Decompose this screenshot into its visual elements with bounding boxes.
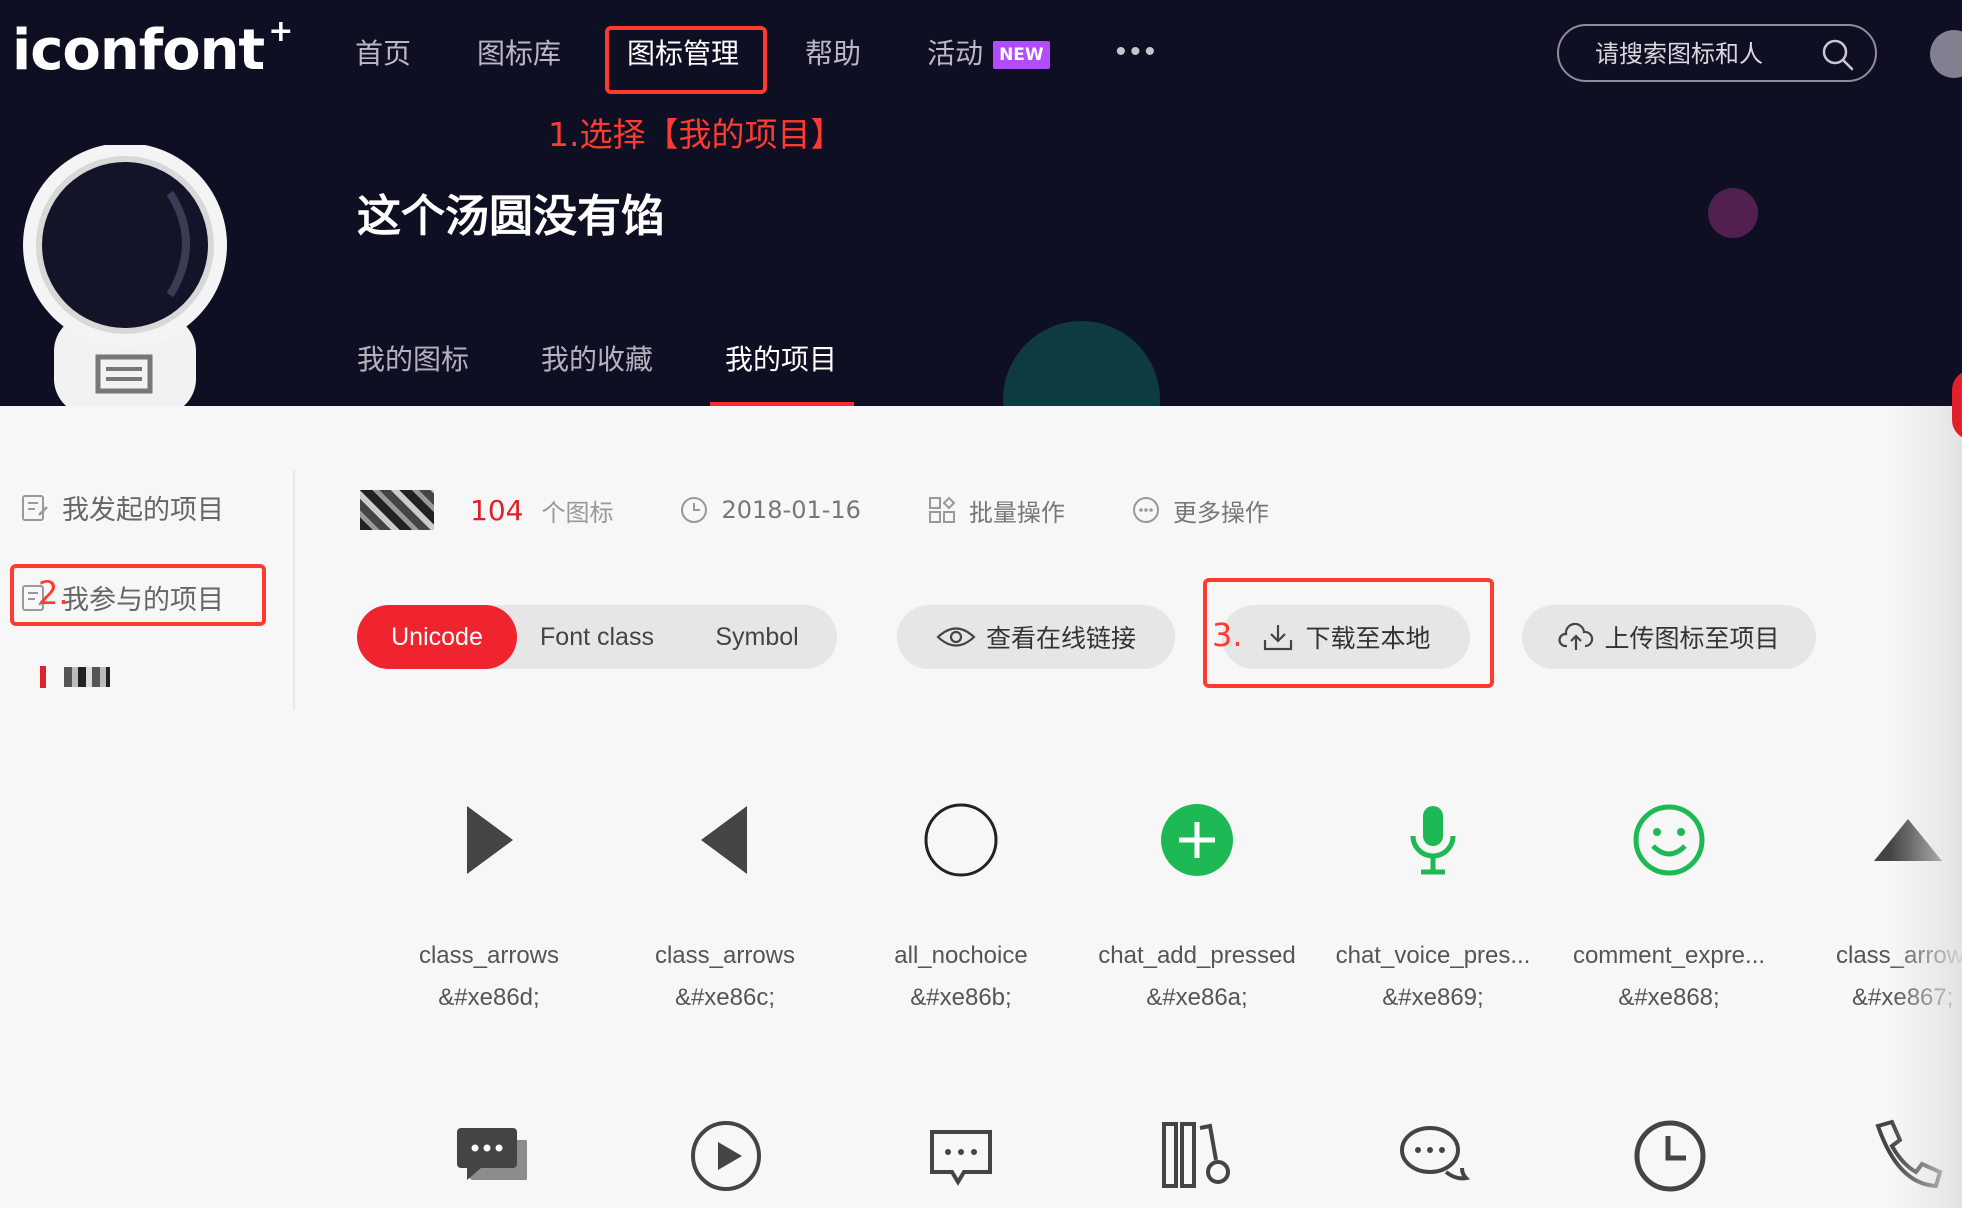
- icon-name: class_arrows: [418, 942, 560, 969]
- page-edge-shadow: [1890, 406, 1962, 1208]
- sidebar-project-entry[interactable]: [40, 666, 110, 688]
- project-date: 2018-01-16: [679, 495, 861, 525]
- icon-card[interactable]: class_arrows &#xe86d;: [384, 790, 594, 1012]
- format-segmented-control: Unicode Font class Symbol: [357, 605, 837, 669]
- circle-outline-icon: [924, 803, 998, 877]
- chat-bubbles-icon[interactable]: [453, 1122, 527, 1192]
- icon-code: &#xe86b;: [910, 984, 1012, 1011]
- project-date-label: 2018-01-16: [721, 496, 861, 524]
- new-badge: NEW: [993, 41, 1050, 69]
- batch-operation-label: 批量操作: [968, 498, 1065, 527]
- icon-card[interactable]: chat_voice_pres... &#xe869;: [1328, 790, 1538, 1012]
- more-operations[interactable]: 更多操作: [1131, 493, 1269, 528]
- segment-symbol[interactable]: Symbol: [677, 605, 837, 669]
- smiley-icon: [1633, 804, 1705, 876]
- icon-code: &#xe86d;: [438, 984, 540, 1011]
- view-online-link-label: 查看在线链接: [985, 624, 1136, 653]
- icon-card[interactable]: chat_add_pressed &#xe86a;: [1092, 790, 1302, 1012]
- cloud-upload-icon: [1558, 622, 1594, 650]
- eye-icon: [936, 627, 976, 647]
- message-ellipsis-icon[interactable]: [928, 1128, 994, 1186]
- comment-bubbles-icon[interactable]: [1396, 1120, 1472, 1190]
- user-avatar[interactable]: [1930, 30, 1962, 78]
- search-box[interactable]: [1557, 24, 1877, 82]
- icon-code: &#xe868;: [1618, 984, 1720, 1011]
- annotation-step1: 1.选择【我的项目】: [548, 115, 844, 154]
- profile-name: 这个汤圆没有馅: [357, 191, 665, 242]
- microphone-icon: [1410, 806, 1456, 875]
- play-triangle-icon: [467, 806, 513, 874]
- tab-my-favorites[interactable]: 我的收藏: [541, 338, 653, 402]
- annotation-step3: 3.: [1212, 616, 1243, 654]
- nav-activity-label: 活动: [927, 37, 984, 70]
- profile-tabs: 我的图标 我的收藏 我的项目: [357, 338, 909, 402]
- icon-name: comment_expre...: [1572, 942, 1766, 969]
- tab-my-projects[interactable]: 我的项目: [725, 338, 837, 402]
- clock-icon: [681, 497, 708, 523]
- sidebar-item-label: 我发起的项目: [62, 495, 224, 526]
- project-thumbnail: [64, 667, 110, 687]
- icon-name: chat_voice_pres...: [1335, 942, 1531, 969]
- upload-icons-label: 上传图标至项目: [1604, 624, 1780, 653]
- header-hero: iconfont+ 首页 图标库 图标管理 帮助 活动NEW ••• 这个汤圆没…: [0, 0, 1962, 406]
- icon-count: 104: [470, 493, 524, 527]
- icon-name: class_arrows: [654, 942, 796, 969]
- icon-code: &#xe86a;: [1146, 984, 1248, 1011]
- search-icon[interactable]: [1821, 38, 1855, 72]
- library-settings-icon[interactable]: [1160, 1120, 1236, 1190]
- decor-bubble: [1003, 321, 1160, 406]
- icon-name: all_nochoice: [894, 942, 1028, 969]
- active-tab-indicator: [710, 402, 854, 406]
- icon-name: chat_add_pressed: [1098, 942, 1296, 969]
- nav-activity[interactable]: 活动 NEW: [927, 32, 1050, 72]
- project-marker: [40, 666, 46, 688]
- search-input[interactable]: [1595, 40, 1815, 68]
- segment-font-class[interactable]: Font class: [517, 605, 677, 669]
- nav-icon-library[interactable]: 图标库: [477, 32, 561, 72]
- grid-icon: [928, 496, 956, 523]
- view-online-link-button[interactable]: 查看在线链接: [897, 605, 1175, 669]
- segment-unicode[interactable]: Unicode: [357, 605, 517, 669]
- icon-count-unit: 个图标: [541, 498, 614, 527]
- sidebar-item-initiated[interactable]: 我发起的项目: [20, 488, 224, 527]
- more-menu-icon[interactable]: •••: [1116, 35, 1160, 69]
- icon-code: &#xe86c;: [674, 984, 776, 1011]
- green-plus-icon: [1161, 804, 1233, 876]
- floating-feedback-button[interactable]: [1952, 370, 1962, 440]
- back-triangle-icon: [701, 806, 747, 874]
- icon-card[interactable]: all_nochoice &#xe86b;: [856, 790, 1066, 1012]
- icon-code: &#xe869;: [1382, 984, 1484, 1011]
- document-edit-icon: [22, 494, 48, 521]
- ellipsis-circle-icon: [1132, 497, 1159, 523]
- tab-my-icons[interactable]: 我的图标: [357, 338, 469, 402]
- icon-card[interactable]: class_arrows &#xe86c;: [620, 790, 830, 1012]
- decor-bubble: [1708, 188, 1758, 238]
- nav-home[interactable]: 首页: [355, 32, 411, 72]
- icon-card[interactable]: comment_expre... &#xe868;: [1564, 790, 1774, 1012]
- project-logo: [360, 490, 434, 530]
- batch-operation[interactable]: 批量操作: [927, 493, 1065, 528]
- annotation-box-nav: [605, 26, 767, 94]
- annotation-step2: 2.: [38, 574, 69, 612]
- upload-icons-button[interactable]: 上传图标至项目: [1522, 605, 1816, 669]
- play-circle-icon[interactable]: [688, 1118, 764, 1194]
- annotation-box-download: [1203, 578, 1494, 688]
- iconfont-logo[interactable]: iconfont +: [12, 14, 293, 83]
- nav-help[interactable]: 帮助: [805, 32, 861, 72]
- more-operations-label: 更多操作: [1172, 498, 1269, 527]
- project-info-bar: 104 个图标 2018-01-16 批量操作 更多操作: [360, 480, 1269, 540]
- clock-large-icon[interactable]: [1632, 1118, 1708, 1194]
- astronaut-avatar: [23, 145, 227, 406]
